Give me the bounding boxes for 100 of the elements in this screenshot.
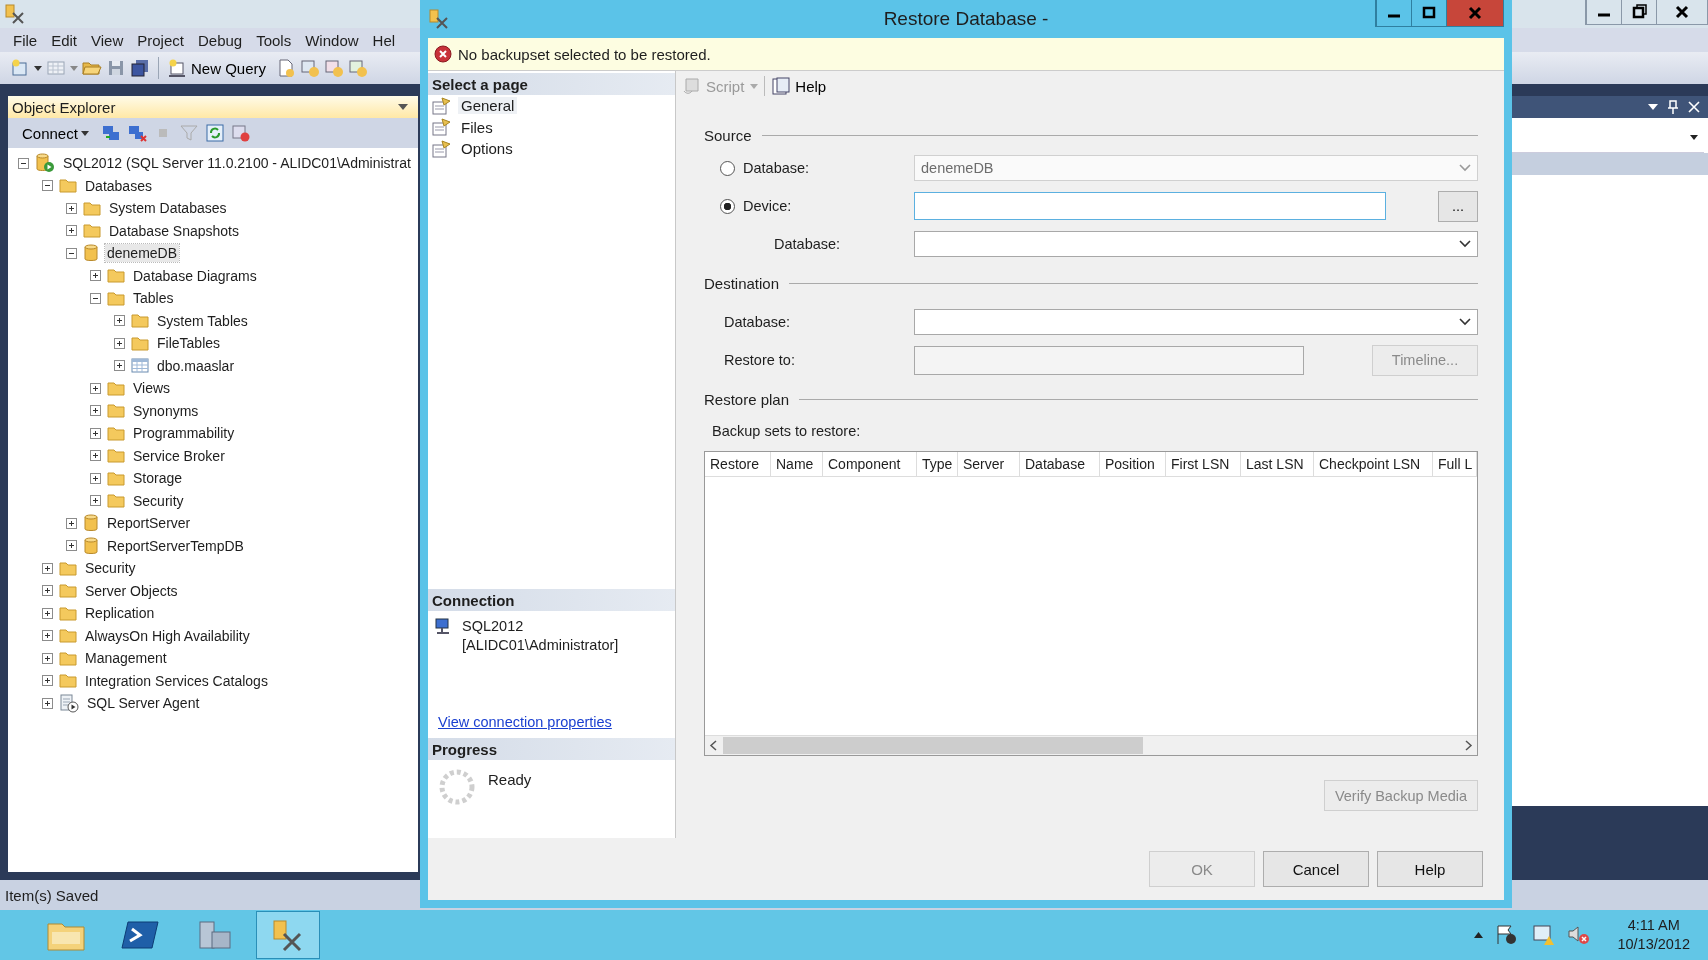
expand-icon[interactable]: [90, 270, 101, 282]
tree-item[interactable]: Databases: [83, 176, 154, 195]
expand-icon[interactable]: [66, 225, 77, 237]
expand-icon[interactable]: [66, 202, 77, 214]
menu-item[interactable]: Debug: [190, 31, 250, 49]
connect-button[interactable]: Connect: [22, 124, 89, 142]
radio-button[interactable]: [720, 198, 735, 214]
column-header[interactable]: Name: [771, 452, 823, 476]
expand-icon[interactable]: [114, 360, 125, 372]
expand-icon[interactable]: [90, 427, 101, 439]
tree-item[interactable]: AlwaysOn High Availability: [83, 626, 252, 645]
expand-icon[interactable]: [42, 697, 53, 709]
tree-item[interactable]: Service Broker: [131, 446, 227, 465]
dropdown-arrow-icon[interactable]: [398, 104, 408, 110]
tree-item[interactable]: Security: [131, 491, 186, 510]
expand-icon[interactable]: [66, 517, 77, 529]
menu-item[interactable]: View: [84, 31, 131, 49]
tree-item[interactable]: Synonyms: [131, 401, 201, 420]
disconnect-icon[interactable]: [126, 123, 147, 143]
tree-item[interactable]: SQL2012 (SQL Server 11.0.2100 - ALIDC01\Administrat: [61, 154, 413, 173]
tree-item[interactable]: Integration Services Catalogs: [83, 671, 270, 690]
collapse-icon[interactable]: [18, 157, 29, 169]
expand-icon[interactable]: [42, 630, 53, 642]
tree-item[interactable]: System Tables: [155, 311, 250, 330]
expand-icon[interactable]: [90, 450, 101, 462]
column-header[interactable]: Position: [1100, 452, 1166, 476]
column-header[interactable]: Restore: [705, 452, 771, 476]
horizontal-scrollbar[interactable]: [705, 735, 1477, 755]
column-header[interactable]: Last LSN: [1241, 452, 1314, 476]
expand-icon[interactable]: [90, 472, 101, 484]
tree-item[interactable]: ReportServerTempDB: [105, 536, 246, 555]
expand-icon[interactable]: [42, 675, 53, 687]
menu-item[interactable]: Hel: [365, 31, 403, 49]
refresh-icon[interactable]: [204, 123, 225, 143]
tree-item[interactable]: Storage: [131, 469, 185, 488]
page-item[interactable]: Files: [458, 118, 496, 136]
dropdown-arrow-icon[interactable]: [1648, 104, 1658, 110]
page-item[interactable]: General: [458, 97, 518, 115]
expand-icon[interactable]: [66, 540, 77, 552]
tree-item[interactable]: Programmability: [131, 424, 237, 443]
menu-item[interactable]: File: [6, 31, 45, 49]
expand-icon[interactable]: [90, 405, 101, 417]
new-query-button[interactable]: New Query: [167, 58, 273, 78]
expand-icon[interactable]: [90, 382, 101, 394]
tree-item[interactable]: Management: [83, 649, 169, 668]
column-header[interactable]: Component: [823, 452, 917, 476]
menu-item[interactable]: Edit: [44, 31, 85, 49]
expand-icon[interactable]: [42, 652, 53, 664]
restore-to-input[interactable]: [914, 345, 1304, 375]
connect-icon[interactable]: [100, 123, 121, 143]
tree-item[interactable]: Security: [83, 559, 138, 578]
browse-button[interactable]: ...: [1438, 190, 1478, 222]
expand-icon[interactable]: [114, 315, 125, 327]
tree-item[interactable]: ReportServer: [105, 514, 193, 533]
dialog-button[interactable]: Help: [1377, 851, 1483, 887]
expand-icon[interactable]: [42, 562, 53, 574]
menu-item[interactable]: Window: [298, 31, 366, 49]
help-button[interactable]: Help: [771, 77, 827, 95]
tree-item[interactable]: Views: [131, 379, 173, 398]
tree-item[interactable]: dbo.maaslar: [155, 356, 237, 375]
menu-item[interactable]: Project: [130, 31, 191, 49]
database-dropdown[interactable]: denemeDB: [914, 155, 1478, 181]
column-header[interactable]: Database: [1020, 452, 1100, 476]
column-header[interactable]: Server: [958, 452, 1020, 476]
collapse-icon[interactable]: [90, 292, 101, 304]
dialog-button[interactable]: Cancel: [1263, 851, 1369, 887]
expand-icon[interactable]: [42, 585, 53, 597]
taskbar-app[interactable]: [256, 911, 320, 959]
view-connection-link[interactable]: View connection properties: [438, 714, 675, 730]
column-header[interactable]: Full L: [1433, 452, 1477, 476]
tree-item[interactable]: Tables: [131, 289, 176, 308]
expand-icon[interactable]: [114, 337, 125, 349]
expand-icon[interactable]: [90, 495, 101, 507]
document-icon[interactable]: [276, 58, 297, 78]
caret-icon[interactable]: [1474, 932, 1484, 938]
tree-item[interactable]: Server Objects: [83, 581, 180, 600]
radio-button[interactable]: [720, 160, 735, 176]
tree-item[interactable]: FileTables: [155, 334, 223, 353]
tree-item[interactable]: Database Snapshots: [107, 221, 241, 240]
collapse-icon[interactable]: [42, 180, 53, 192]
caret-icon[interactable]: [34, 65, 42, 71]
tree-item[interactable]: SQL Server Agent: [85, 694, 202, 713]
folder-icon: [59, 560, 77, 576]
save-all-icon[interactable]: [130, 58, 150, 78]
summary-icon[interactable]: [230, 123, 251, 143]
page-item[interactable]: Options: [458, 140, 516, 158]
expand-icon[interactable]: [42, 607, 53, 619]
collapse-icon[interactable]: [66, 247, 77, 259]
network-icon[interactable]: [1531, 924, 1556, 946]
tree-item[interactable]: denemeDB: [105, 244, 180, 263]
tree-item[interactable]: Replication: [83, 604, 157, 623]
tree-item[interactable]: System Databases: [107, 199, 229, 218]
menu-item[interactable]: Tools: [249, 31, 299, 49]
pin-icon[interactable]: [1668, 100, 1678, 114]
tree-item[interactable]: Database Diagrams: [131, 266, 259, 285]
column-header[interactable]: Type: [917, 452, 958, 476]
device-input[interactable]: [914, 192, 1386, 220]
speaker-muted-icon[interactable]: [1567, 924, 1592, 946]
column-header[interactable]: Checkpoint LSN: [1314, 452, 1433, 476]
column-header[interactable]: First LSN: [1166, 452, 1241, 476]
